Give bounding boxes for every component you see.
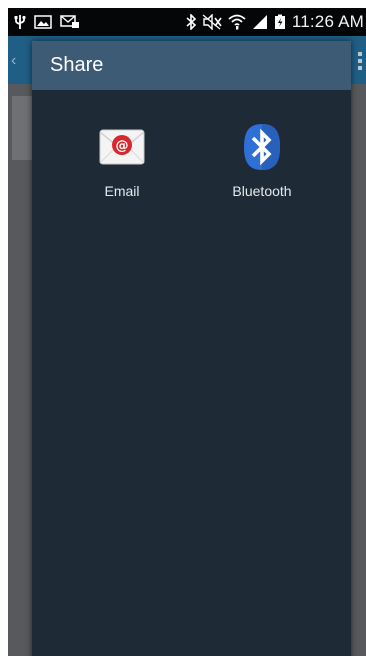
phone-screen: 11:26 AM ‹ Share @ Email Bluetooth	[8, 8, 366, 656]
battery-icon	[274, 14, 286, 30]
email-label: Email	[104, 183, 140, 199]
signal-icon	[252, 14, 268, 30]
more-options-icon	[358, 52, 362, 70]
share-option-email[interactable]: @ Email	[67, 123, 177, 213]
dialog-header: Share	[32, 41, 351, 90]
bluetooth-label: Bluetooth	[232, 183, 292, 199]
background-card	[12, 96, 34, 160]
usb-icon	[14, 14, 26, 30]
svg-text:@: @	[116, 139, 129, 154]
share-dialog: Share @ Email Bluetooth	[32, 41, 351, 656]
email-icon: @	[98, 123, 146, 171]
dialog-title: Share	[50, 54, 104, 76]
bluetooth-status-icon	[186, 14, 196, 30]
share-option-bluetooth[interactable]: Bluetooth	[207, 123, 317, 213]
back-icon: ‹	[11, 52, 17, 69]
status-left-icons	[14, 8, 80, 36]
wifi-icon	[228, 14, 246, 30]
bluetooth-icon	[238, 123, 286, 171]
gallery-icon	[34, 15, 52, 29]
status-bar: 11:26 AM	[8, 8, 366, 36]
mute-icon	[202, 14, 222, 30]
status-right-icons: 11:26 AM	[186, 8, 364, 36]
status-time: 11:26 AM	[291, 12, 364, 31]
message-icon	[60, 15, 80, 29]
